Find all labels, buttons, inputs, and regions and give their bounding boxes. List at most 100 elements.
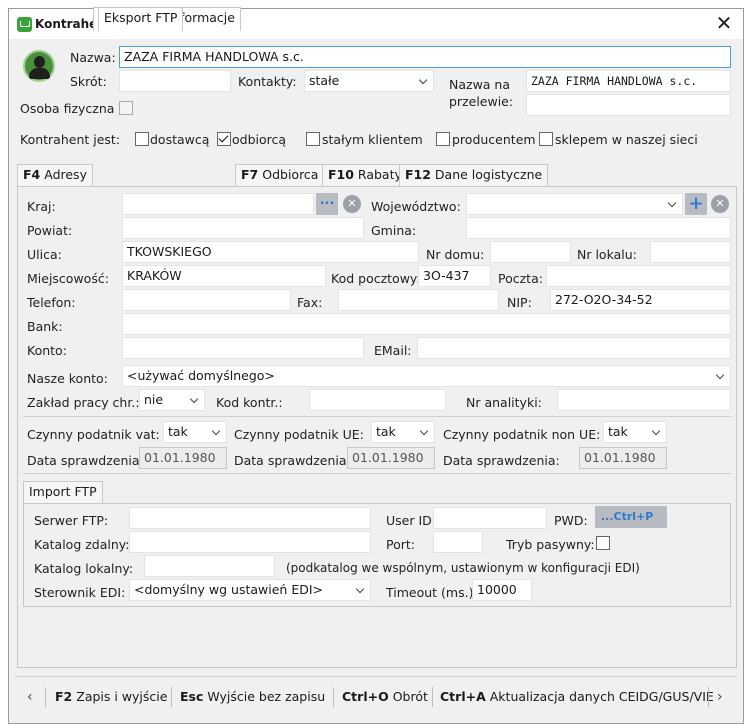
katalog-lokalny-note: (podkatalog we wspólnym, ustawionym w ko…: [286, 561, 640, 575]
staly-klient-checkbox[interactable]: [306, 132, 320, 146]
kraj-browse-button[interactable]: ...: [316, 193, 338, 215]
nazwa-przelew-label-2: przelewie:: [449, 94, 514, 109]
aktualizacja-button[interactable]: Ctrl+A Aktualizacja danych CEIDG/GUS/VIE: [440, 689, 714, 704]
tryb-pasywny-checkbox[interactable]: [596, 536, 610, 550]
miejscowosc-label: Miejscowość:: [27, 271, 109, 286]
staly-klient-label: stałym klientem: [322, 132, 423, 147]
separator: [23, 473, 731, 474]
user-id-input[interactable]: [433, 507, 547, 529]
sterownik-edi-label: Sterownik EDI:: [34, 585, 126, 600]
telefon-label: Telefon:: [27, 295, 76, 310]
tab-odbiorca[interactable]: F7 Odbiorca: [235, 164, 325, 186]
ulica-input[interactable]: TKOWSKIEGO: [122, 241, 419, 263]
dostawca-checkbox[interactable]: [135, 132, 149, 146]
vat-select[interactable]: tak: [163, 421, 227, 443]
sterownik-edi-select[interactable]: <domyślny wg ustawień EDI>: [129, 579, 371, 601]
osoba-fizyczna-checkbox[interactable]: [119, 101, 133, 115]
odbiorca-checkbox[interactable]: [217, 132, 231, 146]
katalog-zdalny-input[interactable]: [129, 531, 371, 553]
exit-no-save-button[interactable]: Esc Wyjście bez zapisu: [180, 689, 325, 704]
kod-kontr-input[interactable]: [309, 389, 446, 411]
data-sprawdzenia-input-1: 01.01.1980: [139, 447, 227, 469]
kraj-input[interactable]: [122, 193, 314, 215]
tryb-pasywny-label: Tryb pasywny:: [506, 537, 595, 552]
save-exit-button[interactable]: F2 Zapis i wyjście: [55, 689, 167, 704]
data-sprawdzenia-input-2: 01.01.1980: [347, 447, 435, 469]
miejscowosc-input[interactable]: KRAKÓW: [122, 265, 326, 287]
nr-domu-label: Nr domu:: [426, 247, 485, 262]
kod-pocztowy-input[interactable]: 3O-437: [418, 265, 491, 287]
katalog-lokalny-input[interactable]: [144, 555, 275, 577]
poczta-label: Poczta:: [498, 271, 543, 286]
wojewodztwo-label: Województwo:: [371, 199, 461, 214]
status-bar: ‹ F2 Zapis i wyjście Esc Wyjście bez zapis…: [15, 676, 737, 716]
bank-input[interactable]: [122, 313, 731, 335]
nr-analityki-input[interactable]: [557, 389, 731, 411]
data-sprawdzenia-input-3: 01.01.1980: [579, 447, 667, 469]
nip-input[interactable]: 272-O2O-34-52: [550, 289, 731, 311]
kraj-label: Kraj:: [27, 199, 56, 214]
konto-input[interactable]: [122, 337, 364, 359]
dostawca-label: dostawcą: [150, 132, 210, 147]
kod-kontr-label: Kod kontr.:: [216, 395, 283, 410]
nr-lokalu-label: Nr lokalu:: [577, 247, 637, 262]
tab-adresy[interactable]: F4 Adresy: [17, 164, 93, 186]
kontrahent-jest-label: Kontrahent jest:: [20, 132, 121, 147]
wojewodztwo-select[interactable]: [466, 193, 683, 215]
ue-label: Czynny podatnik UE:: [234, 427, 364, 442]
kontakty-select[interactable]: stałe: [304, 70, 434, 92]
email-input[interactable]: [417, 337, 731, 359]
katalog-lokalny-label: Katalog lokalny:: [34, 561, 134, 576]
zaklad-pracy-select[interactable]: nie: [139, 389, 205, 411]
nasze-konto-label: Nasze konto:: [27, 371, 108, 386]
gmina-label: Gmina:: [371, 223, 417, 238]
wojewodztwo-clear-icon[interactable]: ✕: [711, 195, 729, 213]
pwd-label: PWD:: [554, 513, 588, 528]
tab-import-ftp[interactable]: Import FTP: [23, 481, 103, 503]
nazwa-przelew-input-2[interactable]: [526, 94, 731, 116]
producent-checkbox[interactable]: [436, 132, 450, 146]
sklep-sieci-checkbox[interactable]: [539, 132, 553, 146]
tab-rabaty[interactable]: F10 Rabaty: [322, 164, 408, 186]
nr-domu-input[interactable]: [490, 241, 571, 263]
katalog-zdalny-label: Katalog zdalny:: [34, 537, 130, 552]
gmina-input[interactable]: [466, 217, 731, 239]
fax-input[interactable]: [338, 289, 499, 311]
serwer-ftp-input[interactable]: [129, 507, 371, 529]
port-input[interactable]: [433, 531, 483, 553]
nonue-select[interactable]: tak: [603, 421, 667, 443]
tab-dane-logistyczne[interactable]: F12 Dane logistyczne: [399, 164, 549, 186]
odbiorca-label: odbiorcą: [232, 132, 287, 147]
contractor-window: Kontrahent [115] ✕ Nazwa: ZAZA FIRMA HAN…: [8, 7, 744, 724]
ue-select[interactable]: tak: [371, 421, 435, 443]
nr-analityki-label: Nr analityki:: [466, 395, 542, 410]
telefon-input[interactable]: [122, 289, 291, 311]
separator: [23, 416, 731, 417]
powiat-input[interactable]: [122, 217, 364, 239]
zaklad-pracy-label: Zakład pracy chr.:: [27, 395, 140, 410]
kontakty-label: Kontakty:: [238, 74, 297, 89]
nazwa-input[interactable]: ZAZA FIRMA HANDLOWA s.c.: [119, 46, 731, 68]
timeout-label: Timeout (ms.):: [386, 585, 478, 600]
nonue-label: Czynny podatnik non UE:: [443, 427, 601, 442]
chevron-right-icon[interactable]: ›: [717, 689, 727, 705]
nazwa-przelew-input-1[interactable]: ZAZA FIRMA HANDLOWA s.c.: [526, 70, 731, 92]
close-button[interactable]: ✕: [711, 12, 737, 36]
obrot-button[interactable]: Ctrl+O Obrót: [342, 689, 428, 704]
pwd-button[interactable]: ...Ctrl+P: [595, 506, 667, 528]
chevron-left-icon[interactable]: ‹: [27, 689, 37, 705]
wojewodztwo-add-button[interactable]: +: [685, 193, 707, 215]
kraj-clear-icon[interactable]: ✕: [343, 195, 361, 213]
nasze-konto-select[interactable]: <używać domyślnego>: [122, 365, 731, 387]
nr-lokalu-input[interactable]: [650, 241, 731, 263]
poczta-input[interactable]: [546, 265, 731, 287]
tab-eksport-ftp[interactable]: Eksport FTP: [98, 7, 184, 31]
data-sprawdzenia-label-2: Data sprawdzenia:: [234, 453, 351, 468]
osoba-fizyczna-label: Osoba fizyczna: [20, 101, 115, 116]
timeout-input[interactable]: 10000: [472, 579, 532, 601]
skrot-input[interactable]: [119, 70, 231, 92]
konto-label: Konto:: [27, 343, 67, 358]
port-label: Port:: [386, 537, 415, 552]
vat-label: Czynny podatnik vat:: [27, 427, 160, 442]
cart-icon: [17, 17, 32, 32]
